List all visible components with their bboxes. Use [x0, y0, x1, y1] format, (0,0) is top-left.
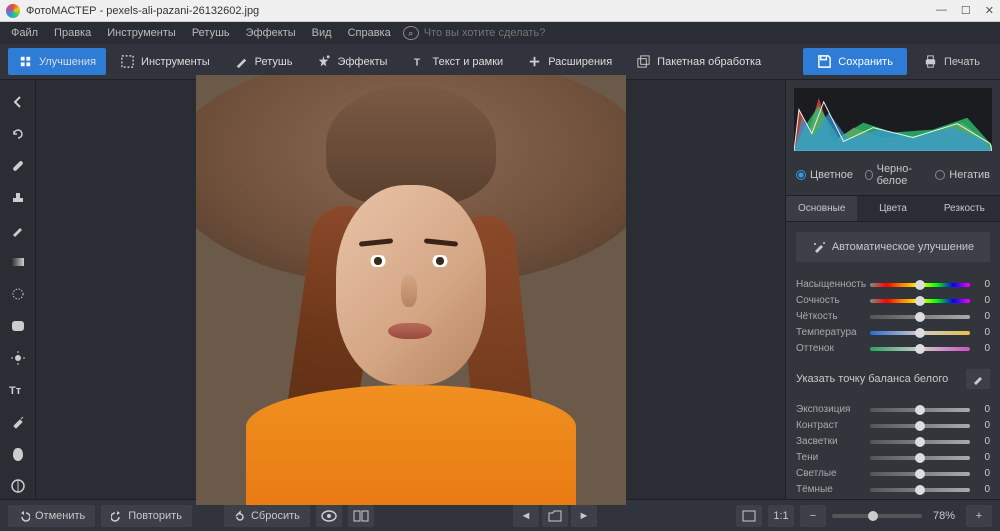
zoom-in-icon[interactable]: + — [966, 505, 992, 527]
reset-button[interactable]: Сбросить — [224, 505, 310, 527]
gradient-icon[interactable] — [6, 250, 30, 274]
close-icon[interactable]: ✕ — [985, 4, 994, 17]
redo-button[interactable]: Повторить — [101, 505, 192, 527]
tab-text[interactable]: TТекст и рамки — [401, 48, 513, 75]
fit-icon[interactable] — [736, 505, 762, 527]
radio-negative[interactable]: Негатив — [935, 163, 990, 187]
slider-Тени[interactable]: Тени0 — [796, 452, 990, 463]
menu-help[interactable]: Справка — [341, 24, 398, 42]
window-title: ФотоМАСТЕР - pexels-ali-pazani-26132602.… — [26, 5, 936, 17]
slider-Экспозиция[interactable]: Экспозиция0 — [796, 404, 990, 415]
eyedrop-icon[interactable] — [6, 410, 30, 434]
svg-text:T: T — [414, 57, 421, 68]
tab-colors[interactable]: Цвета — [857, 196, 928, 221]
maximize-icon[interactable]: ☐ — [961, 4, 971, 17]
tab-sharp[interactable]: Резкость — [929, 196, 1000, 221]
slider-Сочность[interactable]: Сочность0 — [796, 295, 990, 306]
radio-color[interactable]: Цветное — [796, 163, 853, 187]
menubar: Файл Правка Инструменты Ретушь Эффекты В… — [0, 22, 1000, 44]
text-tool-icon[interactable]: Tт — [6, 378, 30, 402]
tab-retouch[interactable]: Ретушь — [224, 48, 303, 75]
split-icon[interactable] — [348, 505, 374, 527]
prev-icon[interactable]: ◄ — [513, 505, 539, 527]
slider-Засветки[interactable]: Засветки0 — [796, 436, 990, 447]
tab-improve[interactable]: Улучшения — [8, 48, 106, 75]
face-icon[interactable] — [6, 442, 30, 466]
slider-Оттенок[interactable]: Оттенок0 — [796, 343, 990, 354]
right-panel: Цветное Черно-белое Негатив Основные Цве… — [785, 80, 1000, 499]
zoom-value: 78% — [928, 510, 960, 522]
wb-label: Указать точку баланса белого — [796, 373, 948, 385]
save-button[interactable]: Сохранить — [803, 48, 907, 75]
heal-icon[interactable] — [6, 154, 30, 178]
slider-Температура[interactable]: Температура0 — [796, 327, 990, 338]
search-icon[interactable]: ⌕ — [403, 26, 419, 40]
redo-icon[interactable] — [6, 122, 30, 146]
left-toolbar: Tт — [0, 80, 36, 499]
tab-extensions[interactable]: Расширения — [517, 48, 622, 75]
menu-edit[interactable]: Правка — [47, 24, 98, 42]
print-button[interactable]: Печать — [911, 48, 992, 75]
ratio-button[interactable]: 1:1 — [768, 505, 794, 527]
menu-retouch[interactable]: Ретушь — [185, 24, 237, 42]
app-logo — [6, 4, 20, 18]
stamp-icon[interactable] — [6, 186, 30, 210]
next-icon[interactable]: ► — [571, 505, 597, 527]
compare-icon[interactable] — [316, 505, 342, 527]
slider-Светлые[interactable]: Светлые0 — [796, 468, 990, 479]
tab-basic[interactable]: Основные — [786, 196, 857, 221]
menu-effects[interactable]: Эффекты — [239, 24, 303, 42]
radial-icon[interactable] — [6, 282, 30, 306]
radio-bw[interactable]: Черно-белое — [865, 163, 923, 187]
undo-button[interactable]: Отменить — [8, 505, 95, 527]
image-preview — [196, 75, 626, 505]
menu-view[interactable]: Вид — [305, 24, 339, 42]
shield-icon[interactable] — [6, 474, 30, 498]
auto-enhance-button[interactable]: Автоматическое улучшение — [796, 232, 990, 262]
slider-Чёткость[interactable]: Чёткость0 — [796, 311, 990, 322]
titlebar: ФотоМАСТЕР - pexels-ali-pazani-26132602.… — [0, 0, 1000, 22]
tab-batch[interactable]: Пакетная обработка — [626, 48, 771, 75]
wb-picker-button[interactable] — [966, 369, 990, 389]
light-icon[interactable] — [6, 346, 30, 370]
minimize-icon[interactable]: — — [936, 4, 947, 17]
browse-icon[interactable] — [542, 505, 568, 527]
tab-effects[interactable]: Эффекты — [306, 48, 397, 75]
svg-text:Tт: Tт — [9, 385, 22, 397]
zoom-out-icon[interactable]: − — [800, 505, 826, 527]
brush-icon[interactable] — [6, 218, 30, 242]
search-input[interactable] — [424, 27, 604, 39]
canvas[interactable] — [36, 80, 785, 499]
back-icon[interactable] — [6, 90, 30, 114]
slider-Насыщенность[interactable]: Насыщенность0 — [796, 279, 990, 290]
slider-Контраст[interactable]: Контраст0 — [796, 420, 990, 431]
menu-tools[interactable]: Инструменты — [100, 24, 183, 42]
histogram — [794, 88, 992, 151]
tab-tools[interactable]: Инструменты — [110, 48, 220, 75]
zoom-slider[interactable] — [832, 514, 922, 518]
vignette-icon[interactable] — [6, 314, 30, 338]
menu-file[interactable]: Файл — [4, 24, 45, 42]
slider-Тёмные[interactable]: Тёмные0 — [796, 484, 990, 495]
